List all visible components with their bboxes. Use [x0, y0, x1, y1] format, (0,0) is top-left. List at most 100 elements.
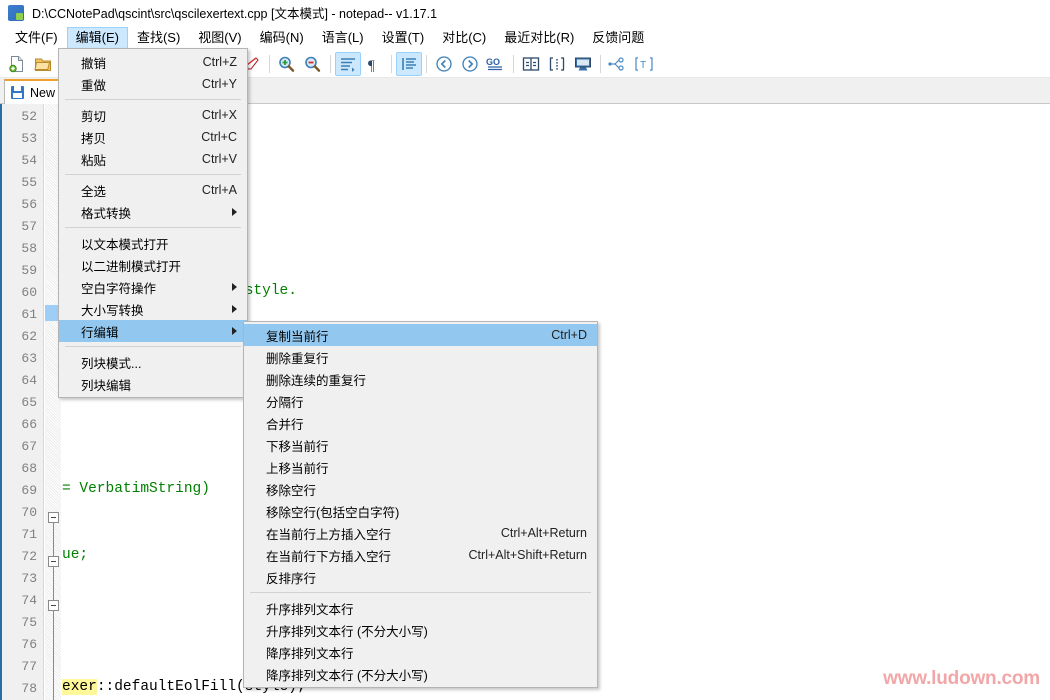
- menu-item-label: 降序排列文本行: [266, 646, 354, 661]
- menu-item-reverse-lines[interactable]: 反排序行: [244, 566, 597, 588]
- menu-item-split-lines[interactable]: 分隔行: [244, 390, 597, 412]
- next-position-icon[interactable]: [457, 52, 483, 76]
- menu-edit[interactable]: 编辑(E): [66, 27, 128, 49]
- menu-item-duplicate-line[interactable]: 复制当前行 Ctrl+D: [244, 324, 597, 346]
- line-edit-submenu[interactable]: 复制当前行 Ctrl+D 删除重复行 删除连续的重复行 分隔行 合并行 下移当前…: [243, 321, 598, 688]
- fold-toggle-icon[interactable]: [48, 512, 59, 523]
- menu-item-remove-consecutive-duplicates[interactable]: 删除连续的重复行: [244, 368, 597, 390]
- zoom-out-icon[interactable]: [300, 52, 326, 76]
- menu-item-label: 撤销: [81, 56, 107, 71]
- title-bar: D:\CCNotePad\qscint\src\qscilexertext.cp…: [0, 0, 1050, 26]
- menu-item-cut[interactable]: 剪切 Ctrl+X: [59, 104, 247, 126]
- goto-line-icon[interactable]: GO: [483, 52, 509, 76]
- menu-item-move-line-up[interactable]: 上移当前行: [244, 456, 597, 478]
- menu-item-whitespace-ops[interactable]: 空白字符操作: [59, 276, 247, 298]
- menu-item-label: 粘贴: [81, 153, 107, 168]
- menu-encoding[interactable]: 编码(N): [251, 27, 313, 49]
- menu-item-accel: Ctrl+D: [551, 328, 587, 342]
- fold-toggle-icon[interactable]: [48, 556, 59, 567]
- menu-item-case-convert[interactable]: 大小写转换: [59, 298, 247, 320]
- menu-item-accel: Ctrl+V: [201, 152, 237, 166]
- menu-item-label: 降序排列文本行 (不分大小写): [266, 668, 428, 683]
- menu-item-column-edit[interactable]: 列块编辑: [59, 373, 247, 395]
- menu-item-undo[interactable]: 撤销 Ctrl+Z: [59, 51, 247, 73]
- menu-item-remove-empty-lines[interactable]: 移除空行: [244, 478, 597, 500]
- function-list-icon[interactable]: [605, 52, 631, 76]
- menu-item-accel: Ctrl+A: [201, 183, 237, 197]
- menu-item-copy[interactable]: 拷贝 Ctrl+C: [59, 126, 247, 148]
- split-view-icon[interactable]: [518, 52, 544, 76]
- menu-item-label: 分隔行: [266, 395, 304, 410]
- code-highlighted-occurrence: exer: [62, 679, 97, 695]
- menu-recent-compare[interactable]: 最近对比(R): [495, 27, 583, 49]
- menu-item-line-edit[interactable]: 行编辑: [59, 320, 247, 342]
- menu-search[interactable]: 查找(S): [128, 27, 189, 49]
- line-number: 59: [21, 263, 37, 278]
- column-mode-icon[interactable]: [544, 52, 570, 76]
- line-number: 66: [21, 417, 37, 432]
- menu-item-select-all[interactable]: 全选 Ctrl+A: [59, 179, 247, 201]
- notepad-window: D:\CCNotePad\qscint\src\qscilexertext.cp…: [0, 0, 1050, 700]
- menu-item-open-text-mode[interactable]: 以文本模式打开: [59, 232, 247, 254]
- menu-item-label: 升序排列文本行: [266, 602, 354, 617]
- menu-item-label: 在当前行下方插入空行: [266, 549, 392, 564]
- menu-item-label: 移除空行: [266, 483, 317, 498]
- menu-item-accel: Ctrl+X: [201, 108, 237, 122]
- save-disk-icon: [11, 86, 24, 99]
- menu-item-column-mode[interactable]: 列块模式...: [59, 351, 247, 373]
- menu-separator: [65, 346, 241, 347]
- code-text: = VerbatimString): [62, 481, 210, 497]
- menu-item-accel: Ctrl+Alt+Return: [500, 526, 587, 540]
- menu-item-remove-duplicate-lines[interactable]: 删除重复行: [244, 346, 597, 368]
- submenu-arrow-icon: [232, 305, 237, 313]
- menu-item-sort-asc-ignore-case[interactable]: 升序排列文本行 (不分大小写): [244, 619, 597, 641]
- menu-view[interactable]: 视图(V): [189, 27, 250, 49]
- menu-compare[interactable]: 对比(C): [433, 27, 495, 49]
- menu-item-label: 拷贝: [81, 131, 107, 146]
- menu-item-format-convert[interactable]: 格式转换: [59, 201, 247, 223]
- menu-feedback[interactable]: 反馈问题: [583, 27, 653, 49]
- indent-guide-icon[interactable]: [396, 51, 422, 76]
- menu-language[interactable]: 语言(L): [313, 27, 373, 49]
- menu-item-label: 全选: [81, 184, 107, 199]
- menu-item-sort-desc[interactable]: 降序排列文本行: [244, 641, 597, 663]
- edit-dropdown-menu[interactable]: 撤销 Ctrl+Z 重做 Ctrl+Y 剪切 Ctrl+X 拷贝 Ctrl+C …: [58, 48, 248, 398]
- svg-text:GO: GO: [486, 57, 500, 67]
- menu-settings[interactable]: 设置(T): [373, 27, 434, 49]
- menu-item-label: 删除重复行: [266, 351, 329, 366]
- open-folder-icon[interactable]: [30, 52, 56, 76]
- line-number: 78: [21, 681, 37, 696]
- fold-toggle-icon[interactable]: [48, 600, 59, 611]
- line-number: 69: [21, 483, 37, 498]
- new-file-icon[interactable]: [4, 52, 30, 76]
- svg-text:T: T: [640, 60, 646, 71]
- line-number: 55: [21, 175, 37, 190]
- zoom-in-icon[interactable]: [274, 52, 300, 76]
- menu-file[interactable]: 文件(F): [6, 27, 67, 49]
- menu-item-label: 行编辑: [81, 325, 119, 340]
- line-number: 61: [21, 307, 37, 322]
- menu-item-accel: Ctrl+Z: [202, 55, 237, 69]
- menu-item-redo[interactable]: 重做 Ctrl+Y: [59, 73, 247, 95]
- window-title: D:\CCNotePad\qscint\src\qscilexertext.cp…: [32, 7, 438, 21]
- code-text: ue;: [62, 547, 89, 563]
- text-mode-icon[interactable]: T: [631, 52, 657, 76]
- word-wrap-icon[interactable]: [335, 51, 361, 76]
- menu-item-label: 下移当前行: [266, 439, 329, 454]
- prev-position-icon[interactable]: [431, 52, 457, 76]
- menu-item-label: 以文本模式打开: [81, 237, 169, 252]
- menu-item-remove-empty-lines-with-ws[interactable]: 移除空行(包括空白字符): [244, 500, 597, 522]
- submenu-arrow-icon: [232, 327, 237, 335]
- menu-item-label: 列块模式...: [81, 356, 142, 371]
- menu-item-sort-desc-ignore-case[interactable]: 降序排列文本行 (不分大小写): [244, 663, 597, 685]
- menu-separator: [65, 174, 241, 175]
- menu-item-insert-blank-above[interactable]: 在当前行上方插入空行 Ctrl+Alt+Return: [244, 522, 597, 544]
- menu-item-move-line-down[interactable]: 下移当前行: [244, 434, 597, 456]
- menu-item-open-binary-mode[interactable]: 以二进制模式打开: [59, 254, 247, 276]
- show-pilcrow-icon[interactable]: ¶: [361, 52, 387, 76]
- menu-item-sort-asc[interactable]: 升序排列文本行: [244, 597, 597, 619]
- menu-item-paste[interactable]: 粘贴 Ctrl+V: [59, 148, 247, 170]
- menu-item-join-lines[interactable]: 合并行: [244, 412, 597, 434]
- screen-icon[interactable]: [570, 52, 596, 76]
- menu-item-insert-blank-below[interactable]: 在当前行下方插入空行 Ctrl+Alt+Shift+Return: [244, 544, 597, 566]
